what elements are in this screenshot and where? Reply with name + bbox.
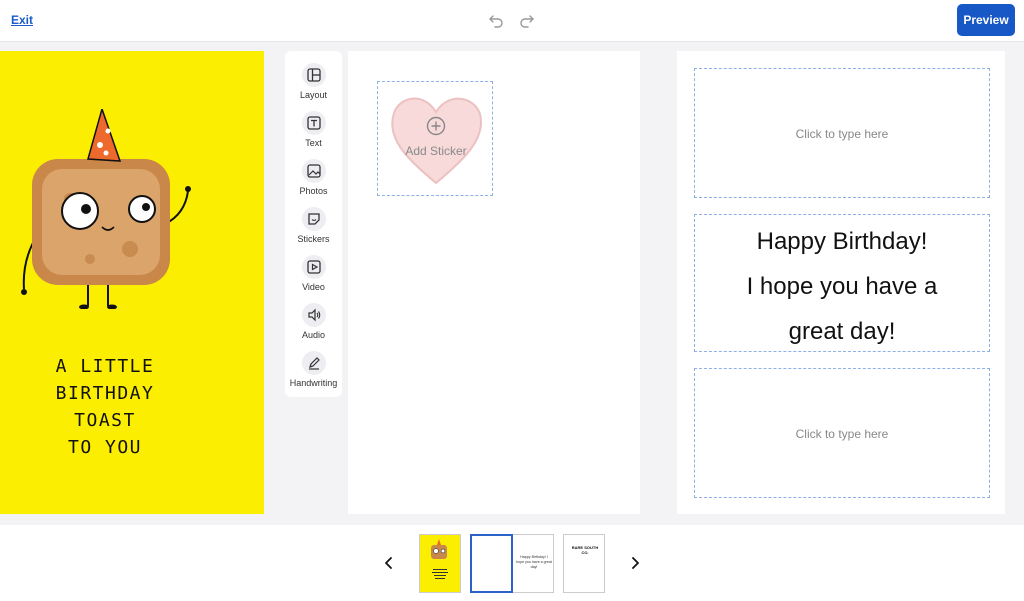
exit-link[interactable]: Exit [11,13,33,27]
tool-label: Handwriting [289,378,338,388]
selected-page-outline [470,534,513,593]
text-placeholder: Click to type here [795,427,889,441]
message-line: great day! [788,318,896,345]
chevron-right-icon[interactable] [628,556,642,570]
tool-label: Video [302,282,325,292]
tool-stickers[interactable]: Stickers [285,199,342,245]
add-sticker-zone[interactable]: Add Sticker [377,81,493,196]
message-line: Happy Birthday! [756,228,928,255]
text-box-top[interactable]: Click to type here [694,68,990,198]
pen-icon [301,351,326,375]
tool-audio[interactable]: Audio [285,295,342,341]
thumbnail-inside[interactable]: Happy Birthday! I hope you have a great … [470,534,554,593]
page-navigator: Happy Birthday! I hope you have a great … [0,525,1024,601]
tool-label: Text [305,138,322,148]
tool-layout[interactable]: Layout [285,55,342,101]
message-text: Happy Birthday! I hope you have a great … [695,219,989,354]
tool-label: Layout [299,90,328,100]
tool-panel: Layout Text Photos Stickers Video Audio [285,51,342,397]
thumbnail-inside-text: Happy Birthday! I hope you have a great … [516,555,552,569]
card-front[interactable]: A LITTLE BIRTHDAY TOAST TO YOU [0,51,264,514]
thumbnail-front-art [431,539,448,579]
text-box-bottom[interactable]: Click to type here [694,368,990,498]
toast-character-illustration [21,109,191,309]
tool-handwriting[interactable]: Handwriting [285,343,342,389]
preview-button[interactable]: Preview [957,4,1015,36]
front-line: BIRTHDAY [55,383,155,404]
thumbnail-back-text: RARE SOUTH CO. [571,545,599,555]
tool-text[interactable]: Text [285,103,342,149]
add-circle-icon [426,116,446,136]
thumbnail-back[interactable]: RARE SOUTH CO. [563,534,605,593]
text-box-message[interactable]: Happy Birthday! I hope you have a great … [694,214,990,352]
tool-label: Photos [299,186,328,196]
chevron-left-icon[interactable] [382,556,396,570]
card-front-text: A LITTLE BIRTHDAY TOAST TO YOU [0,353,210,461]
tool-photos[interactable]: Photos [285,151,342,197]
layout-icon [301,63,326,87]
message-line: I hope you have a [746,273,938,300]
tool-video[interactable]: Video [285,247,342,293]
tool-label: Stickers [297,234,330,244]
heart-icon [391,97,483,185]
front-line: TOAST [74,410,136,431]
photo-icon [301,159,326,183]
top-bar: Exit Preview [0,0,1024,42]
front-line: A LITTLE [55,356,155,377]
tool-label: Audio [301,330,326,340]
front-line: TO YOU [67,437,143,458]
thumbnail-front[interactable] [419,534,461,593]
undo-icon[interactable] [488,12,504,28]
add-sticker-label: Add Sticker [405,144,467,158]
text-placeholder: Click to type here [795,127,889,141]
sticker-icon [301,207,326,231]
text-icon [301,111,326,135]
audio-icon [301,303,326,327]
video-icon [301,255,326,279]
redo-icon[interactable] [519,12,535,28]
